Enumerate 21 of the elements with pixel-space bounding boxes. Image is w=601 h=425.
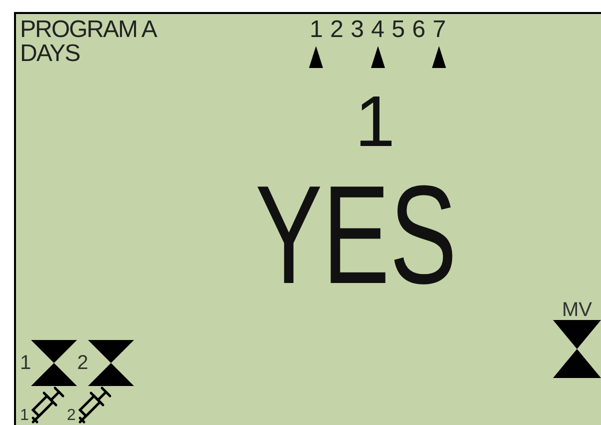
display-text: YES xyxy=(255,170,457,300)
day-marker-icon xyxy=(370,46,385,68)
day-number: 6 xyxy=(412,18,426,42)
valve-number: 2 xyxy=(77,353,88,373)
day-number: 1 xyxy=(310,18,323,42)
valve-number: 1 xyxy=(20,353,32,373)
hourglass-icon xyxy=(31,340,78,386)
display-digit: 1 xyxy=(354,82,396,162)
day-number: 7 xyxy=(432,18,446,42)
day-marker-icon xyxy=(309,46,324,68)
hourglass-icon xyxy=(88,340,134,386)
day-number: 5 xyxy=(392,18,405,42)
day-number: 3 xyxy=(350,18,364,42)
day-number: 4 xyxy=(371,18,384,42)
master-valve-label: MV xyxy=(562,300,592,320)
days-label: DAYS xyxy=(20,42,81,66)
program-title: PROGRAM A xyxy=(20,18,158,42)
sensor-number: 2 xyxy=(66,408,76,424)
day-marker-icon xyxy=(432,46,446,68)
sensor-number: 1 xyxy=(20,408,29,424)
day-number: 2 xyxy=(330,18,344,42)
